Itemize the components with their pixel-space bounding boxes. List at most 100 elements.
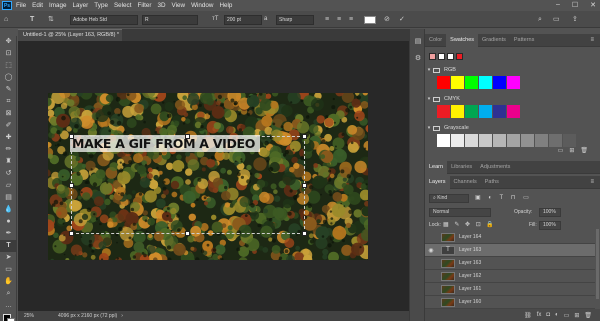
add-mask-icon[interactable]: ◘ <box>546 312 550 318</box>
menu-edit[interactable]: Edit <box>32 2 43 9</box>
transform-handle[interactable] <box>302 231 307 236</box>
lock-icons[interactable]: ▦ ✎ ✥ ⊡ 🔒 <box>443 221 496 228</box>
healing-icon[interactable]: ✚ <box>0 132 17 144</box>
quick-select-icon[interactable]: ✎ <box>0 84 17 96</box>
align-center-icon[interactable]: ≡ <box>337 15 341 24</box>
opacity-field[interactable]: 100% <box>539 208 561 217</box>
transform-handle[interactable] <box>185 134 190 139</box>
minimize-button[interactable]: – <box>556 1 560 9</box>
link-layers-icon[interactable]: ⛓ <box>524 312 532 319</box>
transform-bounding-box[interactable] <box>71 136 305 234</box>
more-tools-icon[interactable]: … <box>0 300 17 312</box>
commit-icon[interactable]: ✓ <box>399 15 405 24</box>
swatch[interactable] <box>549 134 562 147</box>
swatch[interactable] <box>451 105 464 118</box>
swatch[interactable] <box>479 76 492 89</box>
adjustment-layer-icon[interactable]: ◐ <box>555 312 559 318</box>
menu-3d[interactable]: 3D <box>157 2 165 9</box>
tab-layers[interactable]: Layers <box>425 175 450 189</box>
menu-image[interactable]: Image <box>49 2 67 9</box>
swatch[interactable] <box>507 76 520 89</box>
tab-swatches[interactable]: Swatches <box>446 33 479 47</box>
maximize-button[interactable]: ☐ <box>572 1 578 9</box>
tab-color[interactable]: Color <box>425 34 446 47</box>
swatch[interactable] <box>465 76 478 89</box>
hand-icon[interactable]: ✋ <box>0 276 17 288</box>
font-family-select[interactable]: Adobe Heb Std <box>70 15 138 25</box>
home-icon[interactable]: ⌂ <box>4 15 8 24</box>
swatch[interactable] <box>563 134 576 147</box>
swatch[interactable] <box>507 105 520 118</box>
swatch[interactable] <box>493 76 506 89</box>
panel-menu-icon[interactable]: ≡ <box>590 37 594 43</box>
swatch[interactable] <box>521 134 534 147</box>
swatch[interactable] <box>465 105 478 118</box>
document-tab[interactable]: Untitled-1 @ 25% (Layer 163, RGB/8) * × <box>18 29 122 49</box>
menu-type[interactable]: Type <box>94 2 108 9</box>
search-icon[interactable]: ⌕ <box>538 15 542 24</box>
blend-mode-select[interactable]: Normal <box>429 208 491 217</box>
type-tool-icon[interactable]: T <box>30 15 34 24</box>
properties-panel-icon[interactable]: ⚙ <box>411 52 425 66</box>
chevron-down-icon[interactable]: ▾ <box>425 125 433 131</box>
close-button[interactable]: ✕ <box>590 1 596 9</box>
tab-libraries[interactable]: Libraries <box>447 161 476 174</box>
menu-help[interactable]: Help <box>219 2 232 9</box>
type-icon[interactable]: T <box>0 240 17 252</box>
layer-row[interactable]: Layer 160 <box>425 296 595 309</box>
color-picker-icon[interactable] <box>0 312 17 321</box>
dodge-icon[interactable]: ● <box>0 216 17 228</box>
artboard-icon[interactable]: ⊡ <box>0 48 17 60</box>
layers-menu-icon[interactable]: ≡ <box>590 179 594 185</box>
delete-swatch-icon[interactable]: 🗑 <box>580 147 588 157</box>
transform-handle[interactable] <box>302 183 307 188</box>
menu-layer[interactable]: Layer <box>73 2 89 9</box>
new-group-icon[interactable]: ▭ <box>558 147 564 157</box>
swatch-group-header[interactable]: ▾ CMYK <box>425 94 592 104</box>
menu-file[interactable]: File <box>16 2 26 9</box>
text-orientation-icon[interactable]: ⇅ <box>48 15 54 24</box>
blur-icon[interactable]: 💧 <box>0 204 17 216</box>
marquee-icon[interactable]: ⬚ <box>0 60 17 72</box>
swatch[interactable] <box>479 105 492 118</box>
layer-row[interactable]: Layer 162 <box>425 270 595 283</box>
menu-filter[interactable]: Filter <box>137 2 151 9</box>
swatch[interactable] <box>451 134 464 147</box>
swatch[interactable] <box>479 134 492 147</box>
rectangle-icon[interactable]: ▭ <box>0 264 17 276</box>
transform-handle[interactable] <box>69 183 74 188</box>
layer-filter-select[interactable]: ⌕ Kind <box>429 194 469 203</box>
swatch[interactable] <box>451 76 464 89</box>
tab-patterns[interactable]: Patterns <box>510 34 538 47</box>
zoom-icon[interactable]: ⌕ <box>0 288 17 300</box>
history-panel-icon[interactable]: ▤ <box>411 35 425 49</box>
text-color-swatch[interactable] <box>364 16 376 24</box>
tab-channels[interactable]: Channels <box>450 176 481 189</box>
tab-learn[interactable]: Learn <box>425 160 448 174</box>
layer-row[interactable]: Layer 161 <box>425 283 595 296</box>
swatch-group-header[interactable]: ▾ RGB <box>425 65 592 75</box>
delete-layer-icon[interactable]: 🗑 <box>584 312 592 319</box>
path-select-icon[interactable]: ➤ <box>0 252 17 264</box>
chevron-down-icon[interactable]: ▾ <box>425 67 433 73</box>
new-layer-icon[interactable]: ⊞ <box>574 312 579 319</box>
antialias-select[interactable]: Sharp <box>276 15 314 25</box>
swatch[interactable] <box>437 76 450 89</box>
recent-swatch[interactable] <box>429 53 436 60</box>
transform-handle[interactable] <box>185 231 190 236</box>
visibility-eye-icon[interactable]: ◉ <box>425 247 437 254</box>
status-expand-icon[interactable]: › <box>121 313 123 319</box>
new-swatch-icon[interactable]: ⊞ <box>569 147 574 157</box>
swatch[interactable] <box>493 134 506 147</box>
font-style-select[interactable]: R <box>142 15 198 25</box>
swatch[interactable] <box>493 105 506 118</box>
swatch[interactable] <box>535 134 548 147</box>
move-icon[interactable]: ✥ <box>0 36 17 48</box>
lasso-icon[interactable]: ◯ <box>0 72 17 84</box>
menu-window[interactable]: Window <box>191 2 213 9</box>
chevron-down-icon[interactable]: ▾ <box>425 96 433 102</box>
menu-view[interactable]: View <box>172 2 186 9</box>
recent-swatch[interactable] <box>447 53 454 60</box>
tab-gradients[interactable]: Gradients <box>478 34 510 47</box>
transform-handle[interactable] <box>69 231 74 236</box>
